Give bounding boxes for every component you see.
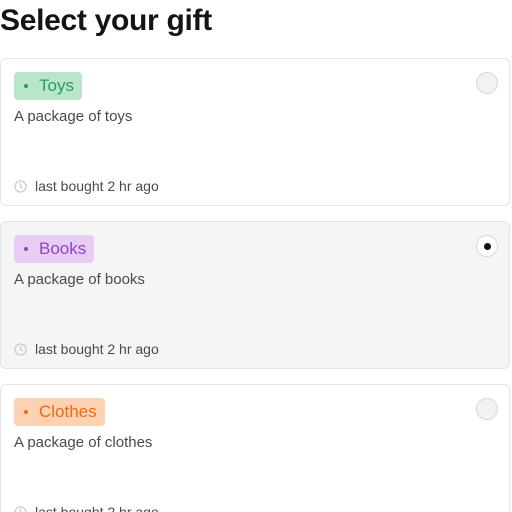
clock-icon [14,505,27,512]
gift-option-books[interactable]: Books A package of books last bought 2 h… [0,221,510,369]
last-bought-text: last bought 2 hr ago [35,178,159,194]
option-description: A package of toys [14,108,133,125]
tag-label: Toys [39,76,74,95]
radio-button[interactable] [476,398,498,420]
tag-dot-icon [24,84,28,88]
page-title: Select your gift [0,4,212,37]
clock-icon [14,179,27,193]
gift-selection-page: Select your gift Toys A package of toys … [0,0,512,512]
option-description: A package of clothes [14,434,153,451]
last-bought-text: last bought 2 hr ago [35,341,159,357]
tag-label: Books [39,239,87,258]
radio-checked-dot-icon [483,242,491,250]
last-bought-info: last bought 2 hr ago [14,503,159,512]
radio-button[interactable] [476,235,498,257]
gift-option-clothes[interactable]: Clothes A package of clothes last bought… [0,384,510,512]
category-tag: Books [14,235,95,263]
clock-icon [14,342,27,356]
category-tag: Clothes [14,398,105,426]
gift-option-toys[interactable]: Toys A package of toys last bought 2 hr … [0,58,510,206]
last-bought-text: last bought 2 hr ago [35,504,159,512]
option-description: A package of books [14,271,145,288]
last-bought-info: last bought 2 hr ago [14,340,159,358]
last-bought-info: last bought 2 hr ago [14,177,159,195]
tag-dot-icon [24,410,28,414]
category-tag: Toys [14,72,82,100]
tag-dot-icon [24,247,28,251]
tag-label: Clothes [39,402,97,421]
radio-button[interactable] [476,72,498,94]
